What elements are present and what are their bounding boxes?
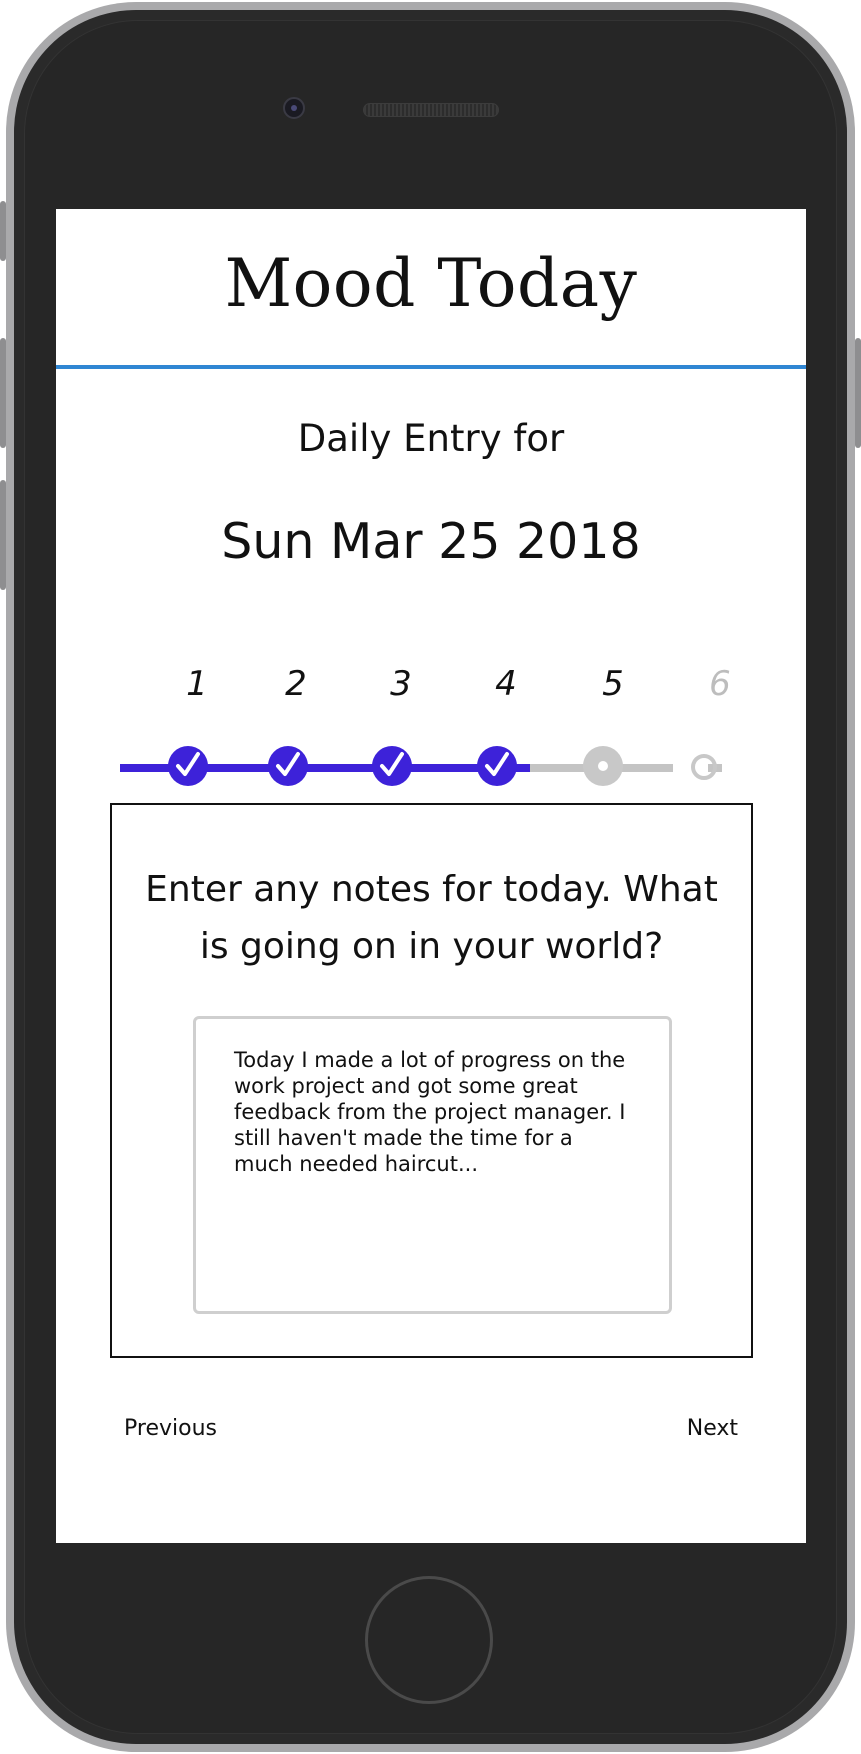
- progress-stepper: 1 2 3 4 5 6: [56, 664, 806, 786]
- app-header: Mood Today: [56, 209, 806, 369]
- app-title: Mood Today: [224, 245, 638, 322]
- step-number-4: 4: [495, 664, 517, 704]
- question-card: Enter any notes for today. What is going…: [110, 803, 753, 1358]
- power-button: [855, 338, 861, 448]
- app-screen: Mood Today Daily Entry for Sun Mar 25 20…: [56, 209, 806, 1543]
- earpiece-speaker: [363, 103, 499, 117]
- step-4-node[interactable]: [477, 746, 517, 786]
- step-number-3: 3: [390, 664, 412, 704]
- entry-date: Sun Mar 25 2018: [221, 513, 641, 570]
- next-button[interactable]: Next: [687, 1416, 738, 1441]
- volume-down-button: [0, 480, 6, 590]
- volume-up-button: [0, 338, 6, 448]
- front-camera: [283, 97, 305, 119]
- question-prompt: Enter any notes for today. What is going…: [145, 869, 718, 967]
- check-icon: [380, 752, 404, 776]
- step-number-5: 5: [602, 664, 624, 704]
- notes-textarea[interactable]: Today I made a lot of progress on the wo…: [193, 1016, 672, 1314]
- step-5-node-radio-dot-icon[interactable]: [583, 746, 623, 786]
- step-3-node[interactable]: [372, 746, 412, 786]
- step-1-node[interactable]: [168, 746, 208, 786]
- check-icon: [276, 752, 300, 776]
- check-icon: [176, 752, 200, 776]
- previous-button[interactable]: Previous: [124, 1416, 217, 1441]
- step-2-node[interactable]: [268, 746, 308, 786]
- check-icon: [485, 752, 509, 776]
- step-6-node-circle-outline-icon[interactable]: [691, 754, 717, 780]
- step-number-6: 6: [709, 664, 731, 704]
- home-button[interactable]: [365, 1576, 493, 1704]
- daily-entry-label: Daily Entry for: [297, 417, 565, 460]
- step-number-1: 1: [186, 664, 208, 704]
- step-number-2: 2: [285, 664, 307, 704]
- mute-switch: [0, 201, 6, 261]
